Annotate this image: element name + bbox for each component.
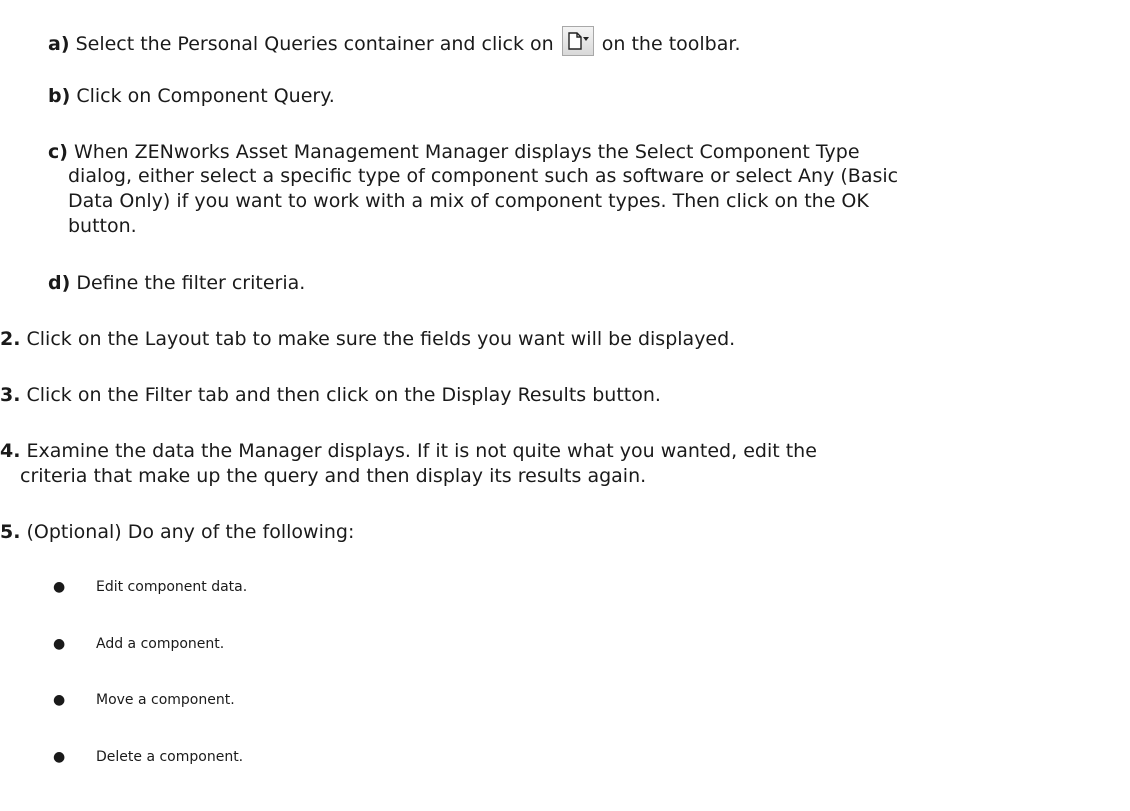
step-marker: 5. xyxy=(0,521,21,543)
bullet-icon: ● xyxy=(53,636,66,652)
bullet-icon: ● xyxy=(53,692,66,708)
bullet-item: Move a component. xyxy=(96,692,235,708)
step-text: Click on the Layout tab to make sure the… xyxy=(26,328,736,350)
step-text: (Optional) Do any of the following: xyxy=(26,521,355,543)
substep-c-line-4: button. xyxy=(68,215,137,237)
substep-b: b) Click on Component Query. xyxy=(48,84,335,108)
substep-c-line-3: Data Only) if you want to work with a mi… xyxy=(68,190,869,212)
step-4-line-1: 4. Examine the data the Manager displays… xyxy=(0,439,817,463)
new-query-dropdown-icon xyxy=(561,26,594,56)
bullet-icon: ● xyxy=(53,579,66,595)
substep-marker: b) xyxy=(48,85,71,107)
substep-text: Select the Personal Queries container an… xyxy=(75,33,554,55)
step-marker: 3. xyxy=(0,384,21,406)
step-3: 3. Click on the Filter tab and then clic… xyxy=(0,383,661,407)
substep-text: Click on Component Query. xyxy=(76,85,335,107)
substep-marker: c) xyxy=(48,141,68,163)
substep-marker: a) xyxy=(48,33,70,55)
substep-d: d) Define the filter criteria. xyxy=(48,271,305,295)
bullet-item: Delete a component. xyxy=(96,749,244,765)
step-marker: 2. xyxy=(0,328,21,350)
bullet-item: Edit component data. xyxy=(96,579,248,595)
substep-marker: d) xyxy=(48,272,71,294)
instruction-document: a) Select the Personal Queries container… xyxy=(0,0,1130,811)
substep-text: Define the filter criteria. xyxy=(76,272,306,294)
step-marker: 4. xyxy=(0,440,21,462)
bullet-item: Add a component. xyxy=(96,636,225,652)
step-text: Click on the Filter tab and then click o… xyxy=(26,384,661,406)
step-4-line-2: criteria that make up the query and then… xyxy=(20,465,647,487)
substep-text-after: on the toolbar. xyxy=(601,33,741,55)
substep-c-line-1: c) When ZENworks Asset Management Manage… xyxy=(48,140,860,164)
step-5: 5. (Optional) Do any of the following: xyxy=(0,520,354,544)
substep-c-line-2: dialog, either select a specific type of… xyxy=(68,165,899,187)
substep-a: a) Select the Personal Queries container… xyxy=(48,26,740,56)
step-text: Examine the data the Manager displays. I… xyxy=(26,440,817,462)
step-2: 2. Click on the Layout tab to make sure … xyxy=(0,327,735,351)
bullet-icon: ● xyxy=(53,749,66,765)
substep-text: When ZENworks Asset Management Manager d… xyxy=(74,141,860,163)
